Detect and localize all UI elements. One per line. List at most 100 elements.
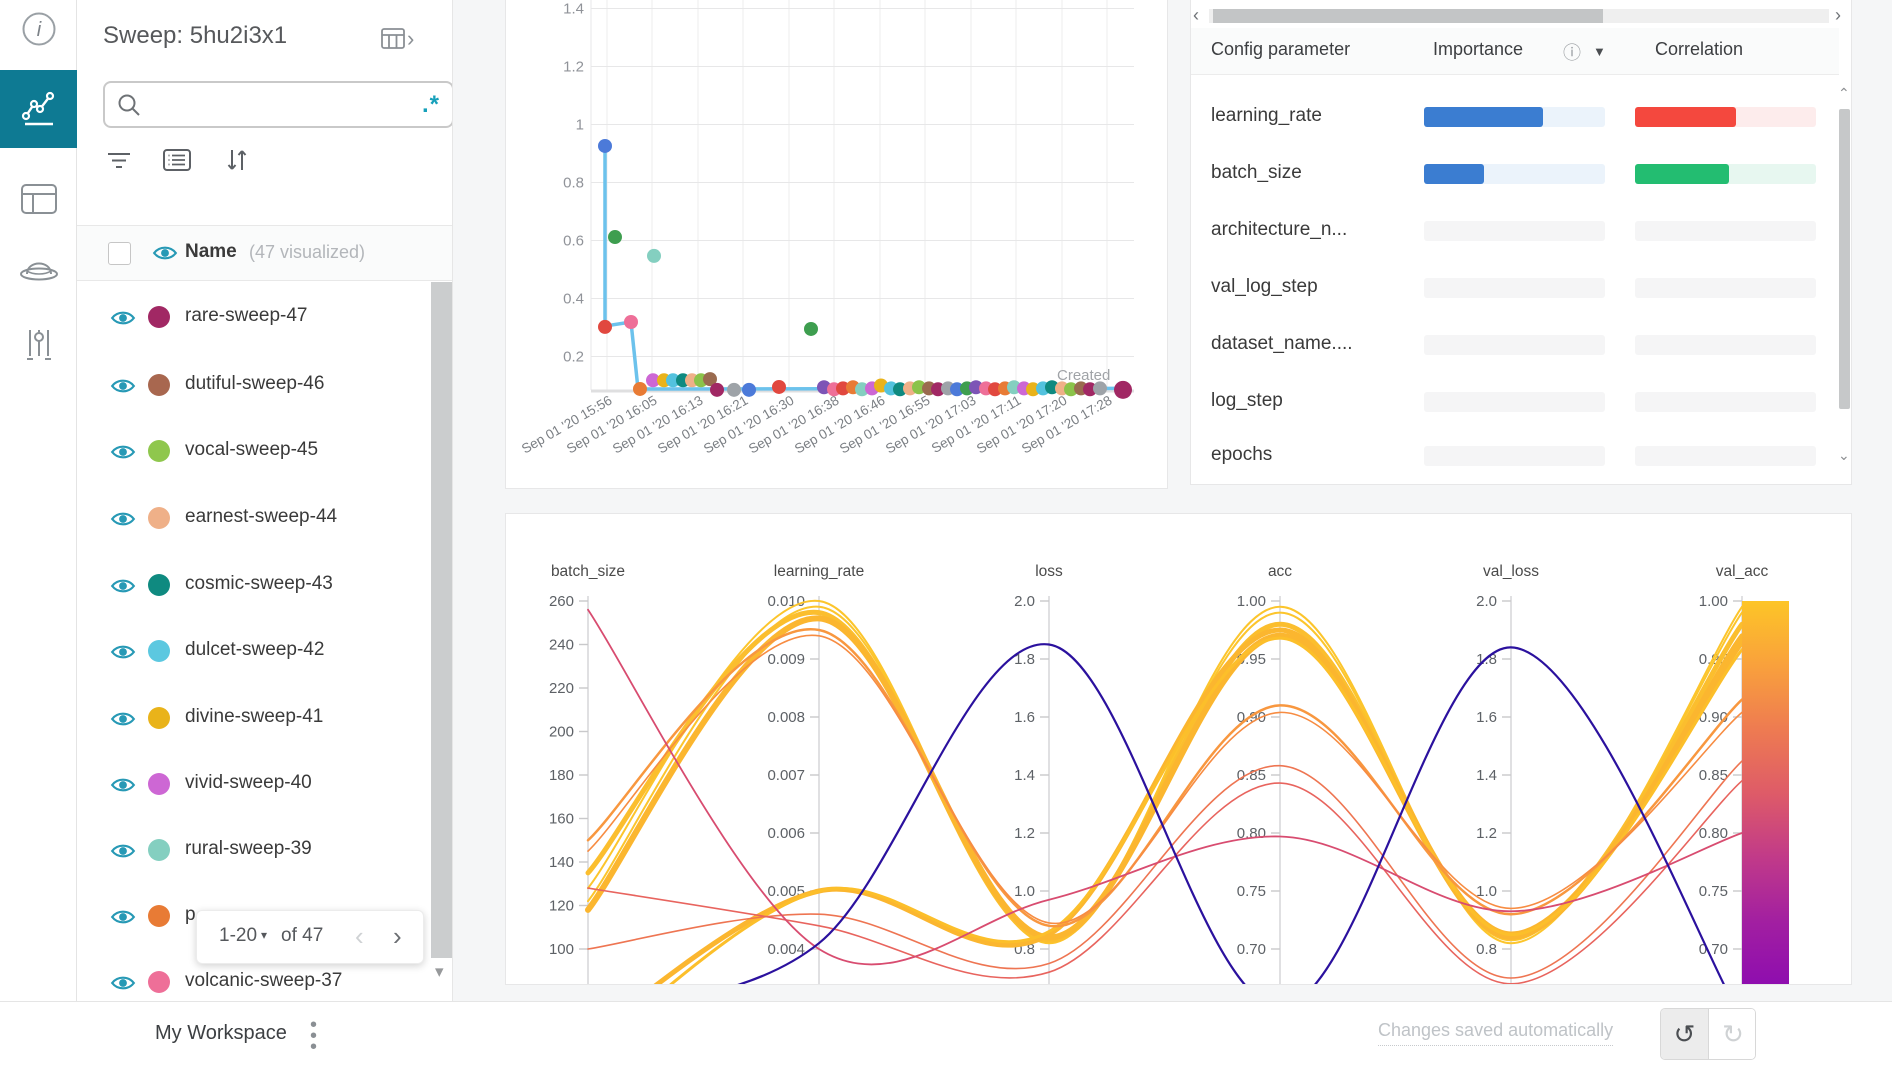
page-range-dropdown[interactable]: 1-20 (219, 925, 257, 947)
run-name[interactable]: rural-sweep-39 (185, 838, 312, 860)
undo-button[interactable]: ↺ (1661, 1009, 1709, 1060)
metric-bar-fill (1635, 107, 1736, 127)
config-parameter-name[interactable]: architecture_n... (1211, 219, 1347, 241)
metric-bar (1635, 107, 1816, 127)
run-row[interactable]: dutiful-sweep-46 (77, 352, 432, 418)
col-importance[interactable]: Importance (1433, 39, 1523, 60)
run-row[interactable]: vocal-sweep-45 (77, 418, 432, 484)
sort-desc-icon[interactable]: ▼ (1593, 44, 1606, 59)
config-parameter-name[interactable]: dataset_name.... (1211, 333, 1353, 355)
parallel-coordinates-chart[interactable]: batch_size260240220200180160140120100lea… (506, 514, 1851, 984)
scroll-up-icon[interactable]: ⌃ (1838, 85, 1850, 102)
config-parameter-name[interactable]: epochs (1211, 444, 1272, 466)
visibility-eye-icon[interactable] (110, 709, 136, 729)
visibility-eye-icon[interactable] (110, 775, 136, 795)
scroll-down-icon[interactable]: ▾ (435, 962, 444, 982)
svg-text:140: 140 (549, 854, 574, 871)
svg-text:0.004: 0.004 (767, 941, 805, 958)
run-row[interactable]: dulcet-sweep-42 (77, 618, 432, 684)
run-name[interactable]: volcanic-sweep-37 (185, 970, 342, 992)
list-scrollbar[interactable] (431, 282, 452, 958)
empty-bar (1635, 446, 1816, 466)
visibility-eye-icon[interactable] (110, 907, 136, 927)
empty-bar (1424, 335, 1605, 355)
scroll-right-icon[interactable]: › (1835, 5, 1841, 26)
run-name[interactable]: cosmic-sweep-43 (185, 573, 333, 595)
kebab-menu-icon[interactable]: ••• (310, 1020, 317, 1053)
run-name[interactable]: vocal-sweep-45 (185, 439, 318, 461)
visibility-eye-icon[interactable] (110, 642, 136, 662)
sweep-table-link[interactable]: › (381, 26, 414, 52)
select-all-checkbox[interactable] (108, 242, 131, 265)
created-scatter-chart[interactable]: 1.41.210.80.60.40.2Sep 01 '20 15:56Sep 0… (506, 0, 1167, 488)
svg-text:260: 260 (549, 593, 574, 610)
visibility-eye-icon[interactable] (110, 442, 136, 462)
run-row[interactable]: rare-sweep-47 (77, 284, 432, 350)
svg-text:val_loss: val_loss (1483, 563, 1539, 580)
run-name[interactable]: divine-sweep-41 (185, 706, 323, 728)
col-config-parameter[interactable]: Config parameter (1211, 39, 1350, 60)
nav-sweep-controls[interactable] (0, 306, 77, 384)
metric-bar-fill (1424, 107, 1543, 127)
run-row[interactable]: divine-sweep-41 (77, 685, 432, 751)
run-name[interactable]: dutiful-sweep-46 (185, 373, 324, 395)
visibility-eye-icon[interactable] (110, 973, 136, 993)
workspace-title[interactable]: My Workspace (155, 1022, 287, 1045)
filter-icon[interactable] (106, 150, 132, 177)
nav-rail: i (0, 0, 77, 1001)
svg-text:val_acc: val_acc (1716, 563, 1769, 580)
svg-text:220: 220 (549, 680, 574, 697)
workspace-bar: My Workspace ••• Changes saved automatic… (0, 1001, 1892, 1071)
pagination-card: 1-20 ▾ of 47 ‹ › (196, 910, 424, 964)
config-parameter-name[interactable]: val_log_step (1211, 276, 1318, 298)
config-parameter-name[interactable]: log_step (1211, 390, 1283, 412)
scroll-down-icon[interactable]: ⌄ (1838, 447, 1850, 464)
run-row[interactable]: earnest-sweep-44 (77, 485, 432, 551)
sweep-sidebar: Sweep: 5hu2i3x1 › .* (77, 0, 453, 1001)
visibility-eye-icon[interactable] (110, 308, 136, 328)
hscroll-thumb[interactable] (1213, 9, 1603, 23)
run-row[interactable]: rural-sweep-39 (77, 817, 432, 883)
info-circle-icon[interactable]: ⓘ (1563, 39, 1581, 65)
nav-sweep[interactable] (0, 228, 77, 306)
group-panel-icon[interactable] (163, 148, 191, 177)
run-row[interactable]: vivid-sweep-40 (77, 751, 432, 817)
empty-bar (1635, 335, 1816, 355)
empty-bar (1424, 446, 1605, 466)
nav-runs-table[interactable] (0, 160, 77, 238)
sort-icon[interactable] (223, 146, 251, 179)
created-chart-panel: 1.41.210.80.60.40.2Sep 01 '20 15:56Sep 0… (505, 0, 1168, 489)
importance-vscrollbar: ⌃ ⌄ (1837, 79, 1852, 471)
table-icon (20, 183, 58, 215)
visibility-eye-icon[interactable] (110, 376, 136, 396)
run-row[interactable]: cosmic-sweep-43 (77, 552, 432, 618)
visibility-eye-icon[interactable] (110, 841, 136, 861)
run-name[interactable]: dulcet-sweep-42 (185, 639, 324, 661)
vscroll-thumb[interactable] (1839, 109, 1850, 409)
run-color-dot (148, 306, 170, 328)
svg-text:0.70: 0.70 (1699, 941, 1728, 958)
run-color-dot (148, 374, 170, 396)
run-name[interactable]: earnest-sweep-44 (185, 506, 337, 528)
svg-text:0.6: 0.6 (563, 233, 584, 250)
col-correlation[interactable]: Correlation (1655, 39, 1743, 60)
run-name[interactable]: p (185, 904, 196, 926)
metric-bar (1424, 107, 1605, 127)
run-name[interactable]: rare-sweep-47 (185, 305, 308, 327)
nav-workspace-charts[interactable] (0, 70, 77, 148)
visibility-eye-icon[interactable] (152, 243, 178, 263)
visibility-eye-icon[interactable] (110, 509, 136, 529)
next-page-button[interactable]: › (393, 921, 402, 952)
config-parameter-name[interactable]: learning_rate (1211, 105, 1322, 127)
config-parameter-name[interactable]: batch_size (1211, 162, 1302, 184)
regex-toggle-icon[interactable]: .* (422, 91, 440, 119)
info-icon[interactable]: i (0, 0, 77, 58)
run-search-input[interactable] (149, 87, 399, 123)
redo-button[interactable]: ↻ (1709, 1009, 1756, 1060)
visibility-eye-icon[interactable] (110, 576, 136, 596)
svg-text:1.2: 1.2 (1476, 825, 1497, 842)
page-total-label: of 47 (281, 925, 323, 947)
prev-page-button[interactable]: ‹ (355, 921, 364, 952)
scroll-left-icon[interactable]: ‹ (1193, 5, 1199, 26)
run-name[interactable]: vivid-sweep-40 (185, 772, 312, 794)
